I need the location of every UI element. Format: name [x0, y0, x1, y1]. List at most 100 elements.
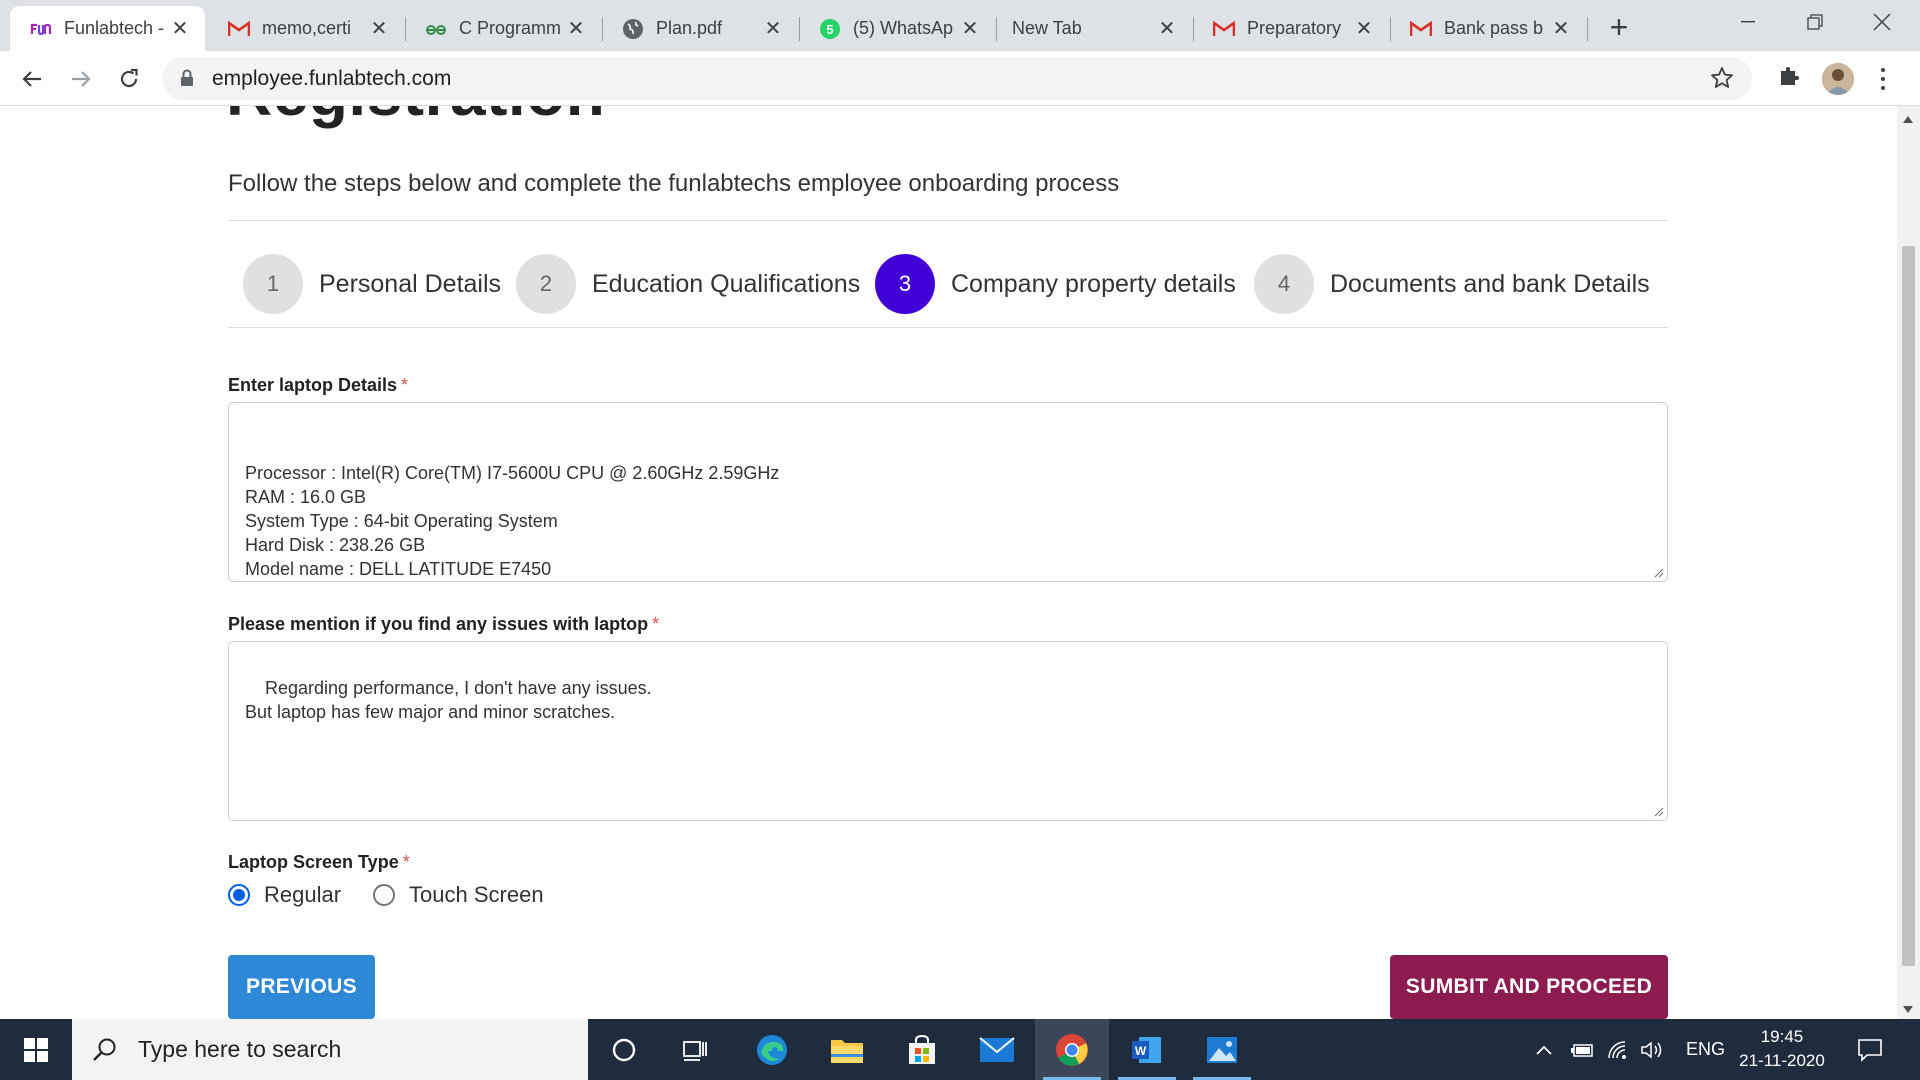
volume-control[interactable]	[1640, 1019, 1666, 1080]
step-label: Personal Details	[319, 269, 502, 298]
tab-memo[interactable]: memo,certi ✕	[208, 6, 404, 51]
minimize-button[interactable]	[1718, 0, 1778, 44]
laptop-issues-value: Regarding performance, I don't have any …	[245, 678, 652, 722]
onboarding-stepper: 1 Personal Details 2 Education Qualifica…	[228, 241, 1668, 327]
page-viewport: Registration Follow the steps below and …	[0, 106, 1897, 1019]
screen-type-radio-group: Regular Touch Screen	[228, 882, 576, 908]
input-language[interactable]: ENG	[1686, 1019, 1725, 1080]
tab-separator	[1587, 17, 1588, 41]
tab-plan-pdf[interactable]: Plan.pdf ✕	[602, 6, 798, 51]
page-subtitle: Follow the steps below and complete the …	[228, 170, 1120, 197]
address-bar[interactable]: employee.funlabtech.com	[162, 57, 1752, 100]
required-marker: *	[401, 375, 409, 395]
resize-grip-icon[interactable]	[1652, 566, 1664, 578]
radio-touch-screen[interactable]	[373, 884, 396, 906]
back-button[interactable]	[12, 59, 52, 99]
step-label: Education Qualifications	[592, 269, 861, 298]
scrollbar-thumb[interactable]	[1902, 246, 1915, 966]
taskbar-word[interactable]: W	[1110, 1019, 1184, 1080]
geeksforgeeks-icon	[425, 18, 447, 40]
windows-taskbar: Type here to search W ENG 19:45 21-11-20	[0, 1019, 1920, 1080]
tab-new-tab[interactable]: New Tab ✕	[996, 6, 1192, 51]
taskbar-mail[interactable]	[960, 1019, 1034, 1080]
word-icon: W	[1132, 1036, 1161, 1063]
laptop-details-textarea[interactable]: Processor : Intel(R) Core(TM) I7-5600U C…	[228, 402, 1668, 582]
taskbar-photos[interactable]	[1185, 1019, 1259, 1080]
tab-title: Plan.pdf	[656, 18, 723, 38]
action-center-button[interactable]	[1857, 1019, 1883, 1080]
task-view-button[interactable]	[658, 1019, 732, 1080]
tab-title: memo,certi	[262, 18, 352, 38]
store-bag-icon	[909, 1034, 935, 1064]
globe-icon	[622, 18, 644, 40]
clock-time: 19:45	[1760, 1027, 1804, 1046]
screen-type-label: Laptop Screen Type *	[228, 852, 410, 873]
previous-button[interactable]: PREVIOUS	[228, 955, 375, 1019]
extensions-puzzle-icon[interactable]	[1777, 64, 1801, 93]
lock-icon[interactable]	[180, 69, 194, 92]
close-icon[interactable]: ✕	[565, 18, 587, 40]
step-personal-details[interactable]: 1 Personal Details	[243, 241, 501, 327]
radio-regular[interactable]	[228, 884, 250, 906]
taskbar-edge[interactable]	[735, 1019, 809, 1080]
close-icon[interactable]: ✕	[762, 18, 784, 40]
cortana-button[interactable]	[587, 1019, 661, 1080]
start-button[interactable]	[0, 1019, 72, 1080]
profile-avatar[interactable]	[1822, 63, 1854, 95]
tab-strip: Funlabtech - ✕ memo,certi ✕ C Programm ✕…	[0, 0, 1920, 51]
submit-and-proceed-button[interactable]: SUMBIT AND PROCEED	[1390, 955, 1668, 1019]
restore-button[interactable]	[1785, 0, 1845, 44]
tab-title: C Programm	[459, 18, 562, 38]
radio-label-regular[interactable]: Regular	[264, 882, 341, 908]
notification-icon	[1858, 1038, 1882, 1062]
scroll-up-arrow-icon[interactable]	[1903, 116, 1913, 123]
new-tab-button[interactable]: +	[1602, 9, 1636, 45]
taskbar-clock[interactable]: 19:45 21-11-2020	[1724, 1025, 1840, 1073]
close-icon[interactable]: ✕	[169, 18, 191, 40]
taskbar-store[interactable]	[885, 1019, 959, 1080]
laptop-details-label: Enter laptop Details *	[228, 375, 408, 396]
forward-button[interactable]	[61, 59, 101, 99]
close-icon[interactable]: ✕	[368, 18, 390, 40]
gmail-icon	[228, 18, 250, 40]
reload-button[interactable]	[109, 59, 149, 99]
tab-c-programming[interactable]: C Programm ✕	[405, 6, 601, 51]
close-icon[interactable]: ✕	[1353, 18, 1375, 40]
taskbar-search-box[interactable]: Type here to search	[72, 1019, 588, 1080]
resize-grip-icon[interactable]	[1652, 805, 1664, 817]
taskbar-chrome[interactable]	[1035, 1019, 1109, 1080]
divider	[228, 220, 1668, 221]
window-close-button[interactable]	[1852, 0, 1912, 44]
page-scrollbar[interactable]	[1897, 106, 1920, 1019]
gmail-icon	[1410, 18, 1432, 40]
show-hidden-icons[interactable]	[1535, 1019, 1553, 1080]
close-icon[interactable]: ✕	[1550, 18, 1572, 40]
step-education-qualifications[interactable]: 2 Education Qualifications	[516, 241, 860, 327]
tab-whatsapp[interactable]: 5 (5) WhatsAp ✕	[799, 6, 995, 51]
step-documents-bank-details[interactable]: 4 Documents and bank Details	[1254, 241, 1650, 327]
divider	[228, 327, 1668, 328]
scroll-down-arrow-icon[interactable]	[1903, 1006, 1913, 1013]
battery-plug-icon	[1571, 1043, 1593, 1057]
taskbar-file-explorer[interactable]	[810, 1019, 884, 1080]
step-number: 4	[1254, 254, 1314, 314]
browser-menu-icon[interactable]	[1876, 65, 1890, 93]
step-company-property-details[interactable]: 3 Company property details	[875, 241, 1236, 327]
close-icon[interactable]: ✕	[1156, 18, 1178, 40]
bookmark-star-icon[interactable]	[1710, 66, 1734, 95]
laptop-issues-textarea[interactable]: Regarding performance, I don't have any …	[228, 641, 1668, 821]
step-number: 3	[875, 254, 935, 314]
close-icon	[1873, 13, 1891, 31]
battery-status[interactable]	[1570, 1019, 1594, 1080]
radio-label-touch-screen[interactable]: Touch Screen	[409, 882, 544, 908]
close-icon[interactable]: ✕	[959, 18, 981, 40]
tab-preparatory[interactable]: Preparatory ✕	[1193, 6, 1389, 51]
field-label-text: Laptop Screen Type	[228, 852, 399, 872]
wifi-icon	[1608, 1040, 1626, 1059]
network-status[interactable]	[1607, 1019, 1631, 1080]
tab-funlabtech[interactable]: Funlabtech - ✕	[10, 6, 205, 51]
funlabtech-logo-icon	[30, 18, 52, 40]
speaker-icon	[1641, 1040, 1662, 1059]
tab-title: Funlabtech -	[64, 18, 165, 38]
tab-bank-pass[interactable]: Bank pass b ✕	[1390, 6, 1586, 51]
